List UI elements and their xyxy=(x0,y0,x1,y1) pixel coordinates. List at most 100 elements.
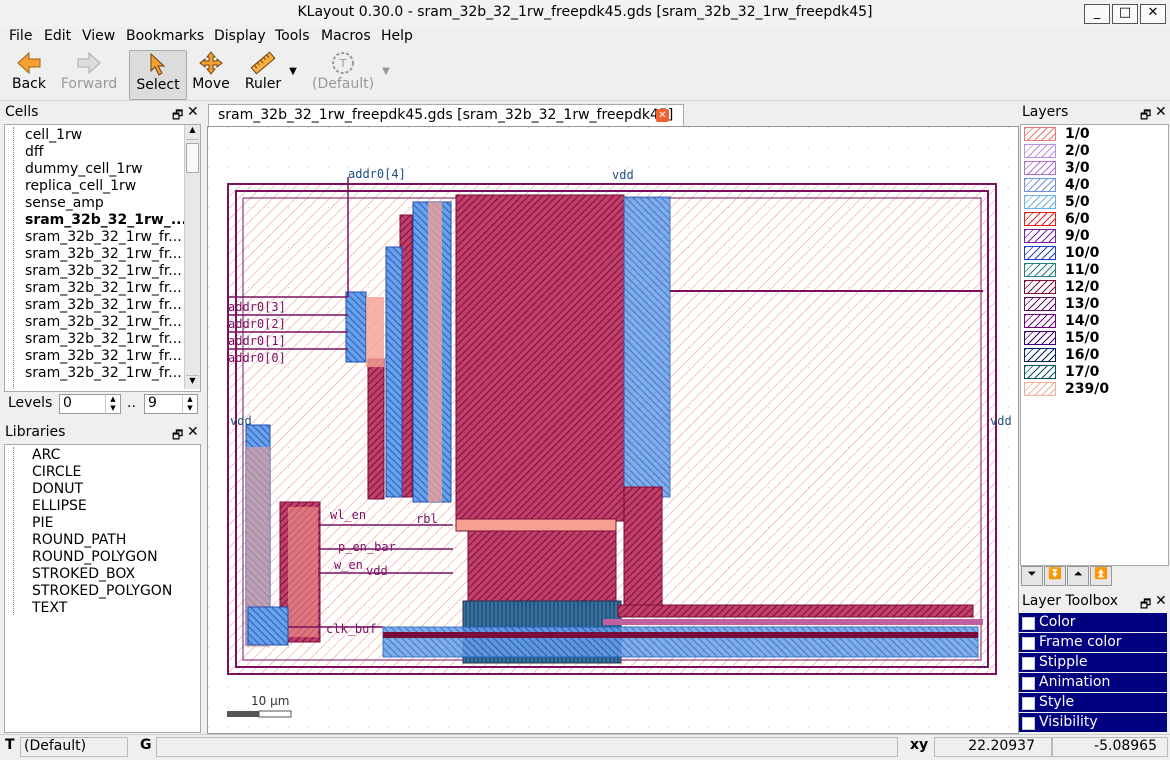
layer-swatch-icon[interactable] xyxy=(1024,195,1056,209)
forward-button[interactable]: Forward xyxy=(58,50,120,98)
levels-to-spinbox[interactable]: 9 ▲ ▼ xyxy=(144,394,198,414)
back-button[interactable]: Back xyxy=(6,50,52,98)
library-item[interactable]: ARC xyxy=(32,447,60,464)
layer-swatch-icon[interactable] xyxy=(1024,144,1056,158)
cell-tree-item[interactable]: sense_amp xyxy=(25,195,104,212)
toolbox-checkbox[interactable] xyxy=(1022,617,1035,630)
window-title: KLayout 0.30.0 - sram_32b_32_1rw_freepdk… xyxy=(297,4,873,20)
toolbox-checkbox[interactable] xyxy=(1022,697,1035,710)
layer-swatch-icon[interactable] xyxy=(1024,161,1056,175)
menu-bookmarks[interactable]: Bookmarks xyxy=(126,28,204,44)
layout-tab[interactable]: sram_32b_32_1rw_freepdk45.gds [sram_32b_… xyxy=(208,104,684,127)
layer-swatch-icon[interactable] xyxy=(1024,382,1056,396)
cell-tree-item[interactable]: sram_32b_32_1rw_fr... xyxy=(25,314,182,331)
library-item[interactable]: ROUND_PATH xyxy=(32,532,126,549)
cell-tree[interactable]: cell_1rw dff dummy_cell_1rw replica_cell_1r… xyxy=(4,124,201,392)
menu-help[interactable]: Help xyxy=(381,28,413,44)
toolbox-checkbox[interactable] xyxy=(1022,717,1035,730)
maximize-button[interactable]: □ xyxy=(1112,4,1138,24)
cell-tree-item[interactable]: sram_32b_32_1rw_fr... xyxy=(25,246,182,263)
move-top-icon[interactable]: ⏫ xyxy=(1090,566,1112,586)
library-item[interactable]: STROKED_BOX xyxy=(32,566,135,583)
spin-arrows-icon[interactable]: ▲ ▼ xyxy=(105,395,120,413)
move-bottom-icon[interactable]: ⏬ xyxy=(1044,566,1066,586)
library-tree[interactable]: ARC CIRCLE DONUT ELLIPSE PIE ROUND_PATH ROUND_… xyxy=(4,444,201,733)
cell-tree-item[interactable]: sram_32b_32_1rw_fr... xyxy=(25,229,182,246)
cell-tree-item[interactable]: sram_32b_32_1rw_fr... xyxy=(25,365,182,382)
close-window-button[interactable]: ✕ xyxy=(1140,4,1166,24)
select-button[interactable]: Select xyxy=(129,50,187,100)
cell-tree-item[interactable]: sram_32b_32_1rw_... xyxy=(25,212,187,229)
layer-swatch-icon[interactable] xyxy=(1024,263,1056,277)
layer-swatch-icon[interactable] xyxy=(1024,127,1056,141)
library-item[interactable]: PIE xyxy=(32,515,53,532)
toolbox-section[interactable]: Visibility xyxy=(1019,713,1167,732)
layout-drawing[interactable]: addr0[4] vdd addr0[3] addr0[2] addr0[1] … xyxy=(208,127,1018,733)
toolbox-section[interactable]: Animation xyxy=(1019,673,1167,692)
menu-display[interactable]: Display xyxy=(214,28,266,44)
layer-swatch-icon[interactable] xyxy=(1024,229,1056,243)
scroll-down-icon[interactable]: ▼ xyxy=(186,375,199,390)
toolbox-checkbox[interactable] xyxy=(1022,637,1035,650)
cell-tree-item[interactable]: dummy_cell_1rw xyxy=(25,161,143,178)
layer-swatch-icon[interactable] xyxy=(1024,365,1056,379)
menu-view[interactable]: View xyxy=(82,28,115,44)
toolbox-section[interactable]: Color xyxy=(1019,613,1167,632)
layer-swatch-icon[interactable] xyxy=(1024,178,1056,192)
label-wl-en: wl_en xyxy=(330,508,366,522)
toolbox-checkbox[interactable] xyxy=(1022,657,1035,670)
close-panel-icon[interactable]: ✕ xyxy=(187,424,199,440)
library-item[interactable]: ELLIPSE xyxy=(32,498,87,515)
levels-from-spinbox[interactable]: 0 ▲ ▼ xyxy=(59,394,121,414)
layer-swatch-icon[interactable] xyxy=(1024,246,1056,260)
toolbox-section[interactable]: Frame color xyxy=(1019,633,1167,652)
layer-swatch-icon[interactable] xyxy=(1024,280,1056,294)
close-panel-icon[interactable]: ✕ xyxy=(187,104,199,120)
scroll-thumb[interactable] xyxy=(186,143,199,173)
levels-separator: .. xyxy=(127,395,136,411)
menu-edit[interactable]: Edit xyxy=(44,28,71,44)
library-item[interactable]: STROKED_POLYGON xyxy=(32,583,172,600)
ruler-button[interactable]: Ruler xyxy=(240,50,286,98)
close-tab-icon[interactable]: ✕ xyxy=(656,109,669,122)
menu-bar: File Edit View Bookmarks Display Tools M… xyxy=(0,26,1170,48)
move-down-icon[interactable]: ⏷ xyxy=(1021,566,1043,586)
cell-tree-item[interactable]: sram_32b_32_1rw_fr... xyxy=(25,348,182,365)
menu-file[interactable]: File xyxy=(9,28,32,44)
layer-swatch-icon[interactable] xyxy=(1024,212,1056,226)
cell-tree-item[interactable]: replica_cell_1rw xyxy=(25,178,136,195)
layer-name: 11/0 xyxy=(1065,262,1100,278)
toolbox-checkbox[interactable] xyxy=(1022,677,1035,690)
layer-swatch-icon[interactable] xyxy=(1024,348,1056,362)
toolbox-section[interactable]: Stipple xyxy=(1019,653,1167,672)
cells-panel-title: Cells xyxy=(5,104,39,120)
layer-swatch-icon[interactable] xyxy=(1024,314,1056,328)
library-item[interactable]: DONUT xyxy=(32,481,83,498)
close-panel-icon[interactable]: ✕ xyxy=(1155,593,1167,609)
cell-tree-item[interactable]: sram_32b_32_1rw_fr... xyxy=(25,263,182,280)
move-button[interactable]: Move xyxy=(190,50,232,98)
layer-swatch-icon[interactable] xyxy=(1024,331,1056,345)
library-item[interactable]: CIRCLE xyxy=(32,464,81,481)
default-mode-button[interactable]: T (Default) xyxy=(312,50,374,98)
toolbox-section[interactable]: Style xyxy=(1019,693,1167,712)
minimize-button[interactable]: _ xyxy=(1084,4,1110,24)
library-item[interactable]: TEXT xyxy=(32,600,67,617)
cell-tree-scrollbar[interactable]: ▲ ▼ xyxy=(184,125,200,389)
spin-arrows-icon[interactable]: ▲ ▼ xyxy=(182,395,197,413)
scroll-up-icon[interactable]: ▲ xyxy=(186,125,199,140)
layer-name: 4/0 xyxy=(1065,177,1090,193)
label-addr2: addr0[2] xyxy=(228,317,286,331)
layout-canvas[interactable]: addr0[4] vdd addr0[3] addr0[2] addr0[1] … xyxy=(207,126,1019,734)
layer-swatch-icon[interactable] xyxy=(1024,297,1056,311)
library-item[interactable]: ROUND_POLYGON xyxy=(32,549,158,566)
cell-tree-item[interactable]: sram_32b_32_1rw_fr... xyxy=(25,331,182,348)
cell-tree-item[interactable]: sram_32b_32_1rw_fr... xyxy=(25,280,182,297)
menu-tools[interactable]: Tools xyxy=(275,28,310,44)
close-panel-icon[interactable]: ✕ xyxy=(1155,104,1167,120)
move-up-icon[interactable]: ⏶ xyxy=(1067,566,1089,586)
cell-tree-item[interactable]: cell_1rw xyxy=(25,127,82,144)
menu-macros[interactable]: Macros xyxy=(321,28,371,44)
cell-tree-item[interactable]: dff xyxy=(25,144,44,161)
cell-tree-item[interactable]: sram_32b_32_1rw_fr... xyxy=(25,297,182,314)
